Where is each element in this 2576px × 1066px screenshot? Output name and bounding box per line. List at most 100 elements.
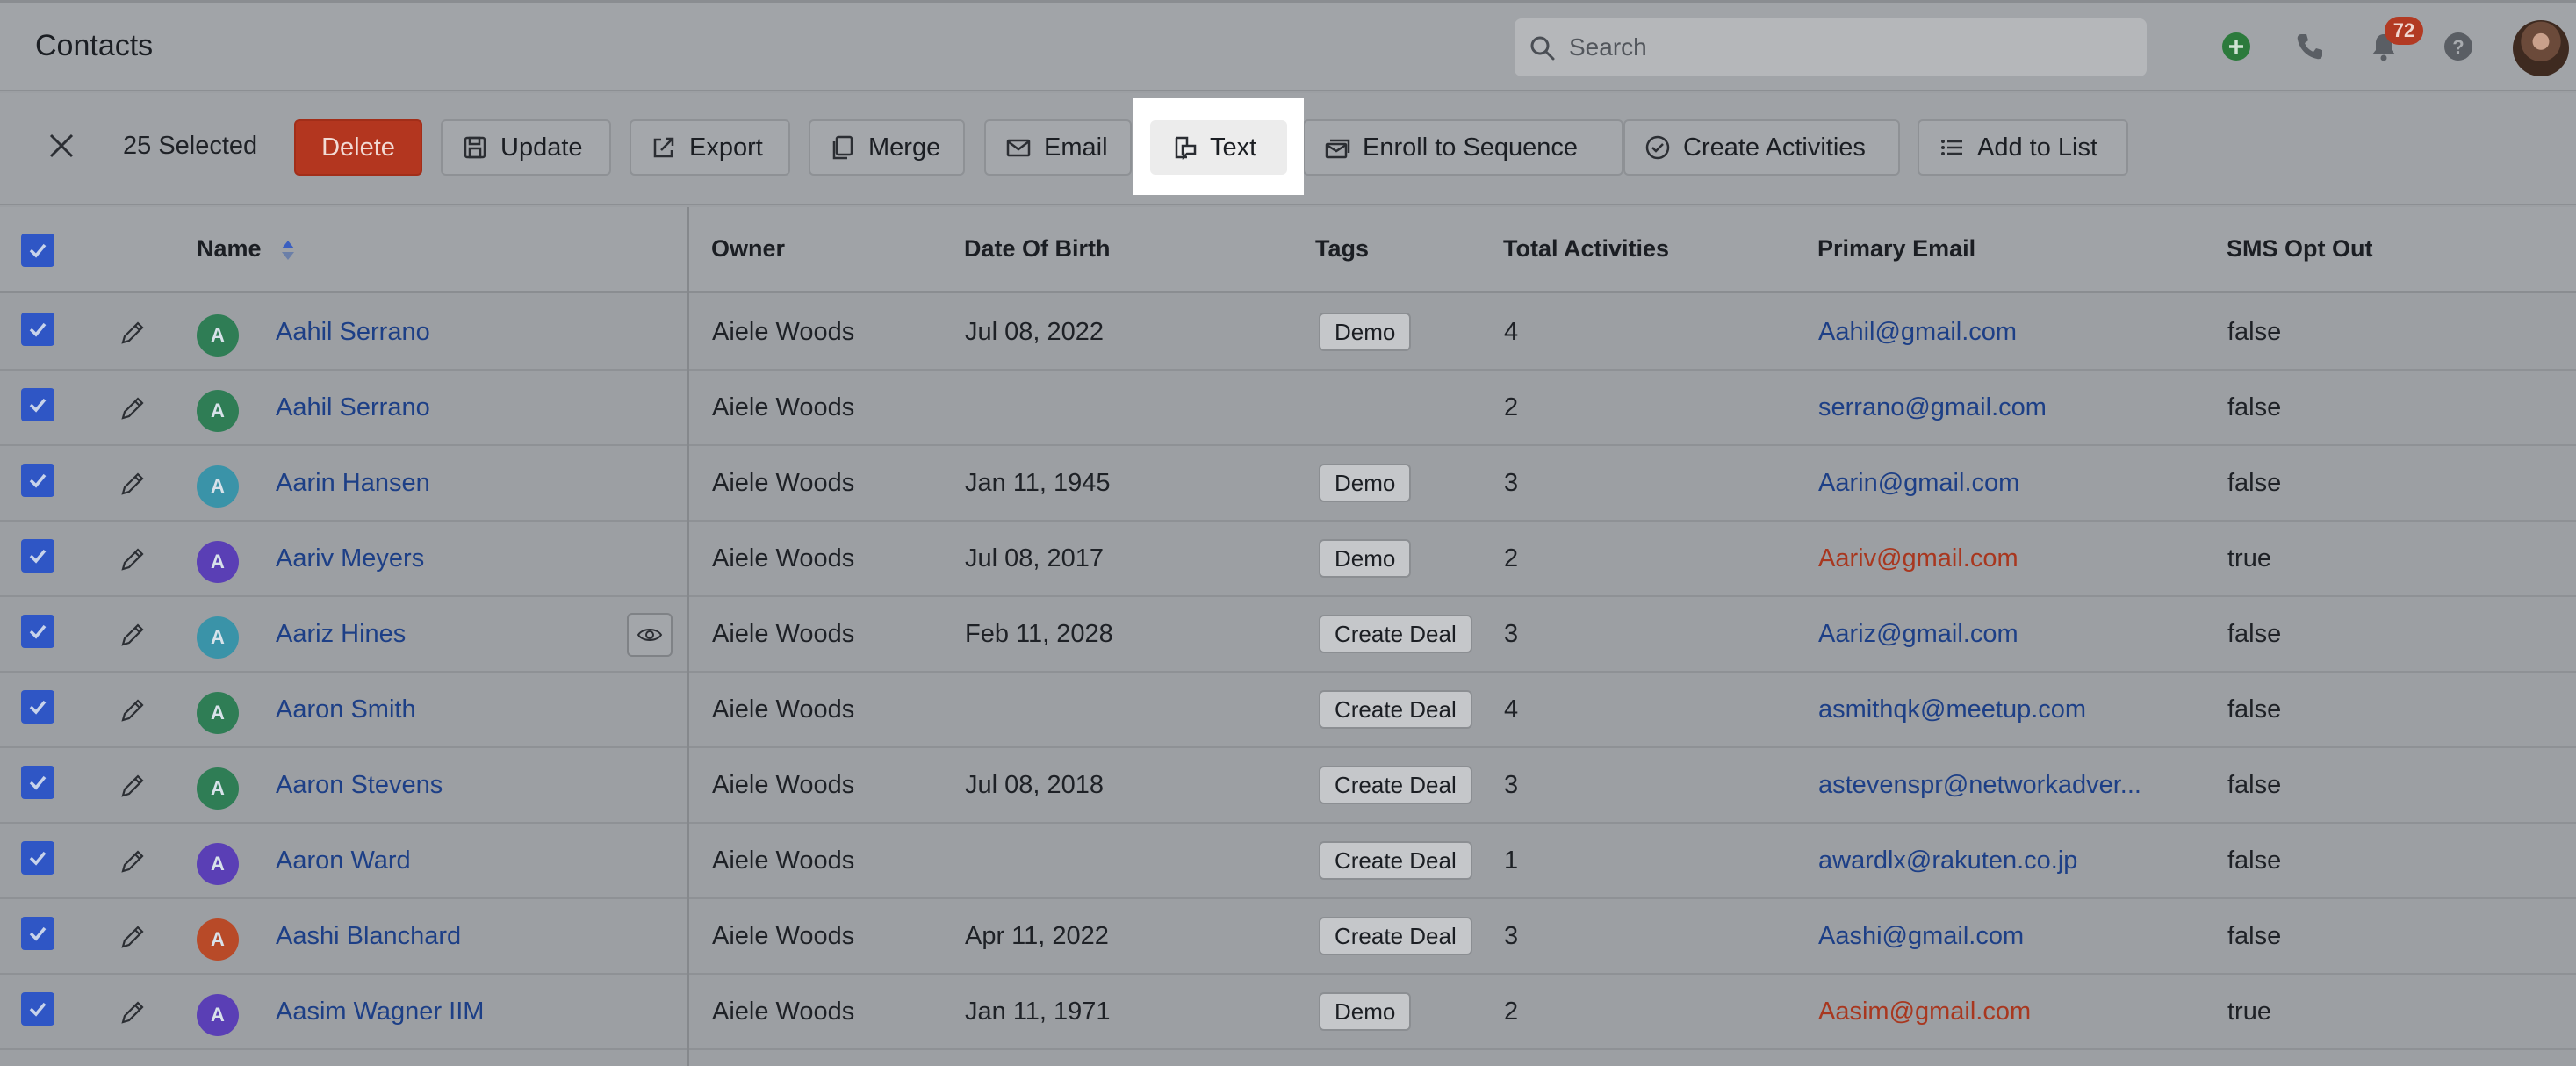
row-checkbox[interactable] xyxy=(21,388,54,421)
tag-chip[interactable]: Demo xyxy=(1319,313,1412,351)
primary-email-link[interactable]: Aarin@gmail.com xyxy=(1818,469,2019,498)
pencil-icon[interactable] xyxy=(116,771,148,803)
primary-email-link[interactable]: Aariv@gmail.com xyxy=(1818,544,2018,573)
search-box[interactable] xyxy=(1515,18,2147,76)
row-checkbox[interactable] xyxy=(21,539,54,573)
search-input[interactable] xyxy=(1569,18,2131,76)
list-icon xyxy=(1941,140,1962,155)
tag-chip[interactable]: Demo xyxy=(1319,992,1412,1031)
help-icon[interactable]: ? xyxy=(2443,31,2474,62)
column-header-tags[interactable]: Tags xyxy=(1315,235,1369,263)
plus-circle-icon[interactable] xyxy=(2220,31,2252,62)
primary-email-link[interactable]: Aashi@gmail.com xyxy=(1818,922,2024,951)
contact-name-link[interactable]: Aaron Ward xyxy=(276,846,411,875)
primary-email-link[interactable]: Aahil@gmail.com xyxy=(1818,318,2017,347)
pencil-icon[interactable] xyxy=(116,469,148,501)
column-header-dob[interactable]: Date Of Birth xyxy=(964,235,1111,263)
pencil-icon[interactable] xyxy=(116,846,148,878)
row-checkbox[interactable] xyxy=(21,464,54,497)
save-icon xyxy=(464,136,486,159)
table-row[interactable]: A Aarin Hansen Aiele Woods Jan 11, 1945 Demo… xyxy=(0,446,2576,522)
table-row[interactable]: A Aahil Serrano Aiele Woods 2 serrano@gmail.… xyxy=(0,371,2576,446)
tag-chip[interactable]: Create Deal xyxy=(1319,615,1472,653)
table-row[interactable]: A Aaron Stevens Aiele Woods Jul 08, 2018 Cre… xyxy=(0,748,2576,824)
row-checkbox[interactable] xyxy=(21,992,54,1026)
pencil-icon[interactable] xyxy=(116,620,148,652)
close-icon[interactable] xyxy=(44,128,79,163)
row-checkbox[interactable] xyxy=(21,917,54,950)
primary-email-link[interactable]: serrano@gmail.com xyxy=(1818,393,2047,422)
total-activities-cell: 4 xyxy=(1504,695,1519,724)
update-button-label: Update xyxy=(500,133,583,162)
app-header: Contacts 72 ? xyxy=(0,0,2576,91)
tag-chip[interactable]: Demo xyxy=(1319,539,1412,578)
sms-opt-out-cell: false xyxy=(2227,393,2282,421)
tag-chip[interactable]: Create Deal xyxy=(1319,841,1472,880)
row-checkbox[interactable] xyxy=(21,690,54,724)
total-activities-cell: 3 xyxy=(1504,771,1519,799)
primary-email-link[interactable]: awardlx@rakuten.co.jp xyxy=(1818,846,2077,875)
tag-chip[interactable]: Create Deal xyxy=(1319,690,1472,729)
primary-email-link[interactable]: Aariz@gmail.com xyxy=(1818,620,2018,649)
total-activities-cell: 2 xyxy=(1504,393,1519,421)
column-header-owner[interactable]: Owner xyxy=(711,235,785,263)
tag-chip[interactable]: Demo xyxy=(1319,464,1412,502)
phone-icon[interactable] xyxy=(2294,31,2326,62)
update-button[interactable]: Update xyxy=(441,119,611,176)
table-row[interactable]: A Aaron Smith Aiele Woods Create Deal 4 asmit… xyxy=(0,673,2576,748)
table-row[interactable]: A Aashi Blanchard Aiele Woods Apr 11, 2022 C… xyxy=(0,899,2576,975)
primary-email-link[interactable]: astevenspr@networkadver... xyxy=(1818,771,2141,800)
pencil-icon[interactable] xyxy=(116,318,148,349)
row-checkbox[interactable] xyxy=(21,615,54,648)
check-icon xyxy=(29,775,47,790)
contact-name-link[interactable]: Aashi Blanchard xyxy=(276,922,461,951)
contact-avatar: A xyxy=(197,390,239,432)
row-checkbox[interactable] xyxy=(21,841,54,875)
pencil-icon[interactable] xyxy=(116,922,148,954)
contact-avatar: A xyxy=(197,994,239,1036)
contact-name-link[interactable]: Aariv Meyers xyxy=(276,544,424,573)
table-row[interactable]: A Aariv Meyers Aiele Woods Jul 08, 2017 Demo… xyxy=(0,522,2576,597)
primary-email-link[interactable]: asmithqk@meetup.com xyxy=(1818,695,2086,724)
dob-cell: Apr 11, 2022 xyxy=(965,922,1109,950)
table-row[interactable]: A Aaron Ward Aiele Woods Create Deal 1 awardl… xyxy=(0,824,2576,899)
check-icon xyxy=(29,549,47,564)
column-header-total-activities[interactable]: Total Activities xyxy=(1503,235,1669,263)
pencil-icon[interactable] xyxy=(116,393,148,425)
table-row[interactable]: A Aariz Hines Aiele Woods Feb 11, 2028 Creat… xyxy=(0,597,2576,673)
column-header-name[interactable]: Name xyxy=(197,235,296,263)
contact-name-link[interactable]: Aahil Serrano xyxy=(276,318,430,347)
table-row[interactable]: A Aahil Serrano Aiele Woods Jul 08, 2022 Dem… xyxy=(0,295,2576,371)
select-all-checkbox[interactable] xyxy=(21,234,54,267)
contact-avatar: A xyxy=(197,767,239,810)
table-row[interactable]: A Aasim Wagner IIM Aiele Woods Jan 11, 1971… xyxy=(0,975,2576,1050)
contact-name-link[interactable]: Aariz Hines xyxy=(276,620,406,649)
sms-opt-out-cell: false xyxy=(2227,771,2282,799)
contact-name-link[interactable]: Aaron Stevens xyxy=(276,771,443,800)
sort-icon[interactable] xyxy=(280,239,296,262)
row-checkbox[interactable] xyxy=(21,766,54,799)
email-button[interactable]: Email xyxy=(984,119,1132,176)
enroll-to-sequence-button[interactable]: Enroll to Sequence xyxy=(1303,119,1623,176)
pencil-icon[interactable] xyxy=(116,544,148,576)
add-to-list-button[interactable]: Add to List xyxy=(1918,119,2128,176)
text-button[interactable]: Text xyxy=(1150,120,1287,175)
primary-email-link[interactable]: Aasim@gmail.com xyxy=(1818,998,2031,1026)
preview-button[interactable] xyxy=(627,613,673,657)
pencil-icon[interactable] xyxy=(116,695,148,727)
contact-name-link[interactable]: Aasim Wagner IIM xyxy=(276,998,484,1026)
contact-name-link[interactable]: Aarin Hansen xyxy=(276,469,430,498)
pencil-icon[interactable] xyxy=(116,998,148,1029)
export-button[interactable]: Export xyxy=(630,119,790,176)
tag-chip[interactable]: Create Deal xyxy=(1319,917,1472,955)
tag-chip[interactable]: Create Deal xyxy=(1319,766,1472,804)
column-header-sms-opt-out[interactable]: SMS Opt Out xyxy=(2227,235,2372,263)
contact-name-link[interactable]: Aaron Smith xyxy=(276,695,416,724)
row-checkbox[interactable] xyxy=(21,313,54,346)
delete-button[interactable]: Delete xyxy=(294,119,422,176)
column-header-primary-email[interactable]: Primary Email xyxy=(1817,235,1975,263)
user-avatar[interactable] xyxy=(2513,20,2569,76)
merge-button[interactable]: Merge xyxy=(809,119,965,176)
create-activities-button[interactable]: Create Activities xyxy=(1623,119,1900,176)
contact-name-link[interactable]: Aahil Serrano xyxy=(276,393,430,422)
